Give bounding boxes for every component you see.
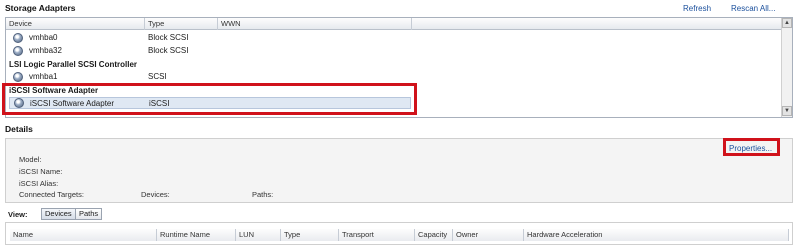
- model-label: Model:: [19, 155, 42, 164]
- column-header-lun[interactable]: LUN: [236, 229, 281, 241]
- scroll-up-icon[interactable]: ▲: [782, 18, 792, 28]
- paths-label: Paths:: [252, 190, 274, 199]
- rescan-all-link[interactable]: Rescan All...: [731, 4, 775, 13]
- tab-paths[interactable]: Paths: [75, 208, 103, 220]
- vertical-scrollbar[interactable]: ▲ ▼: [781, 18, 792, 117]
- devices-label: Devices:: [141, 190, 170, 199]
- column-header-transport[interactable]: Transport: [339, 229, 415, 241]
- column-header-owner[interactable]: Owner: [453, 229, 524, 241]
- connected-targets-label: Connected Targets:: [19, 190, 84, 199]
- column-header-device[interactable]: Device: [6, 18, 145, 30]
- device-type: SCSI: [148, 72, 167, 81]
- properties-highlight: [723, 138, 780, 156]
- iscsi-adapter-highlight: [2, 83, 417, 115]
- details-panel: Model: iSCSI Name: iSCSI Alias: Connecte…: [5, 138, 793, 203]
- group-header-lsi: LSI Logic Parallel SCSI Controller: [9, 60, 138, 69]
- column-header-capacity[interactable]: Capacity: [415, 229, 453, 241]
- device-name: vmhba1: [29, 72, 58, 81]
- storage-adapter-icon: [13, 33, 23, 43]
- table-row-vmhba0[interactable]: vmhba0 Block SCSI: [6, 32, 782, 44]
- details-title: Details: [5, 124, 33, 134]
- iscsi-alias-label: iSCSI Alias:: [19, 179, 59, 188]
- scroll-down-icon[interactable]: ▼: [782, 106, 792, 116]
- column-header-type[interactable]: Type: [281, 229, 339, 241]
- tab-devices[interactable]: Devices: [41, 208, 76, 220]
- view-label: View:: [8, 210, 28, 219]
- devices-table: Name Runtime Name LUN Type Transport Cap…: [5, 222, 793, 245]
- device-type: Block SCSI: [148, 33, 189, 42]
- table-row-vmhba32[interactable]: vmhba32 Block SCSI: [6, 45, 782, 57]
- storage-adapter-icon: [13, 72, 23, 82]
- column-header-type[interactable]: Type: [145, 18, 218, 30]
- column-header-wwn[interactable]: WWN: [218, 18, 412, 30]
- column-header-name[interactable]: Name: [10, 229, 157, 241]
- device-name: vmhba0: [29, 33, 58, 42]
- column-header-runtime-name[interactable]: Runtime Name: [157, 229, 236, 241]
- device-type: Block SCSI: [148, 46, 189, 55]
- device-name: vmhba32: [29, 46, 62, 55]
- storage-adapters-title: Storage Adapters: [5, 3, 76, 13]
- column-header-hardware-acceleration[interactable]: Hardware Acceleration: [524, 229, 789, 241]
- table-row-vmhba1[interactable]: vmhba1 SCSI: [6, 71, 782, 83]
- table-header: Device Type WWN: [6, 18, 792, 30]
- refresh-link[interactable]: Refresh: [683, 4, 711, 13]
- storage-adapter-icon: [13, 46, 23, 56]
- iscsi-name-label: iSCSI Name:: [19, 167, 63, 176]
